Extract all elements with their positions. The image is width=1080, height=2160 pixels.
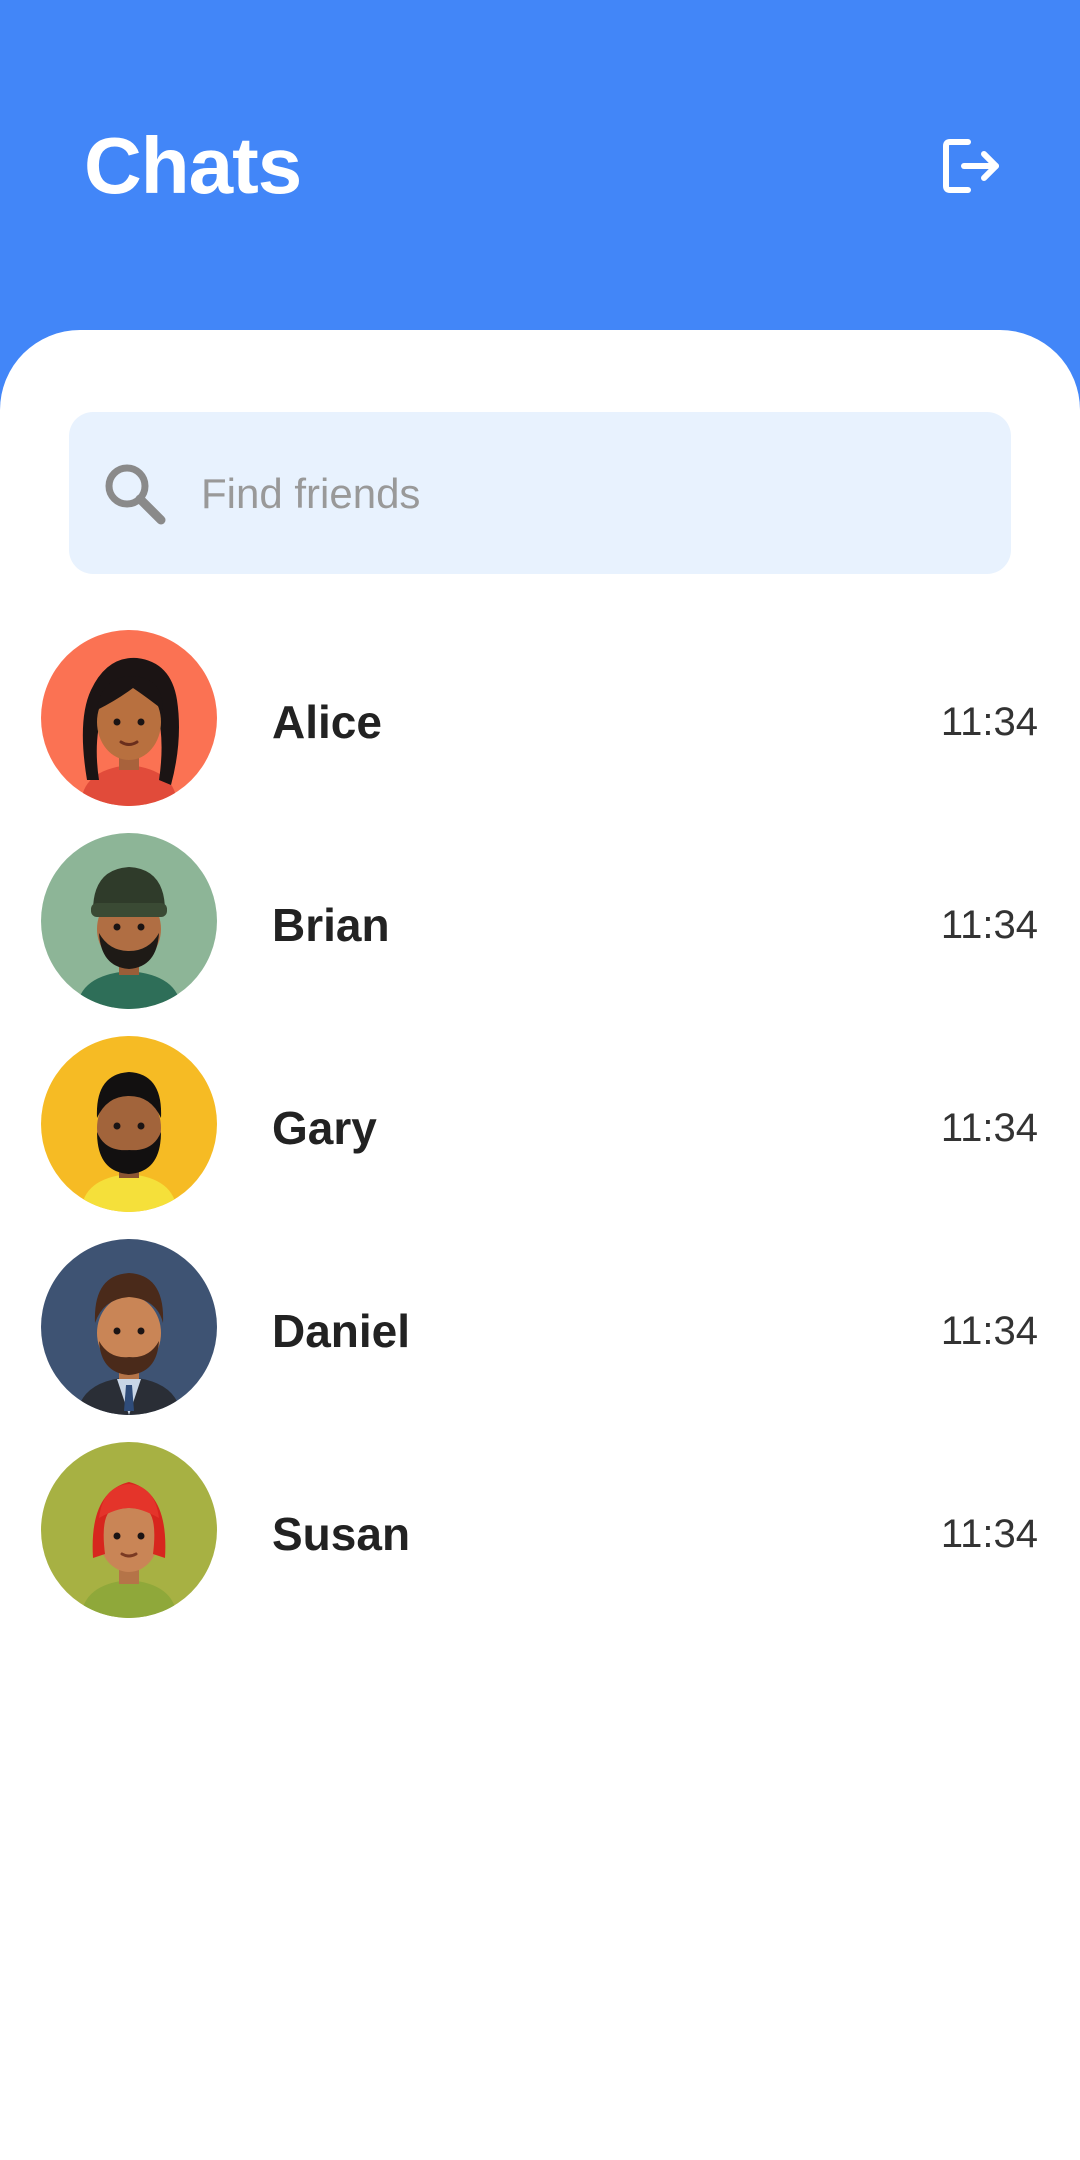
chat-name: Susan <box>272 1508 411 1560</box>
avatar-brian-icon <box>41 833 217 1009</box>
page-title: Chats <box>84 121 302 210</box>
avatar-daniel-icon <box>41 1239 217 1415</box>
search-bar[interactable] <box>69 412 1011 576</box>
avatar-gary-icon <box>41 1036 217 1212</box>
chat-name: Daniel <box>272 1305 411 1357</box>
search-icon <box>105 464 166 525</box>
avatar-alice-icon <box>41 630 217 806</box>
chat-name: Brian <box>272 899 390 951</box>
chat-time: 11:34 <box>940 1106 1038 1150</box>
chat-item-alice[interactable]: Alice 11:34 <box>0 630 1080 833</box>
chat-name: Gary <box>272 1102 377 1154</box>
chat-time: 11:34 <box>940 700 1038 744</box>
chat-panel: Alice 11:34 <box>0 330 1080 2160</box>
chat-item-brian[interactable]: Brian 11:34 <box>0 833 1080 1036</box>
logout-button[interactable] <box>930 126 1010 206</box>
chat-item-susan[interactable]: Susan 11:34 <box>0 1442 1080 1645</box>
avatar-gary[interactable] <box>41 1036 217 1212</box>
avatar-daniel[interactable] <box>41 1239 217 1415</box>
chat-time: 11:34 <box>940 1309 1038 1353</box>
avatar-susan[interactable] <box>41 1442 217 1618</box>
chat-time: 11:34 <box>940 1512 1038 1556</box>
chat-time: 11:34 <box>940 903 1038 947</box>
chats-screen: Chats Find friends Alice 11:34 Brian 11:… <box>0 0 1080 2160</box>
chat-item-gary[interactable]: Gary 11:34 <box>0 1036 1080 1239</box>
chat-item-daniel[interactable]: Daniel 11:34 <box>0 1239 1080 1442</box>
header: Chats <box>0 0 1080 330</box>
avatar-brian[interactable] <box>41 833 217 1009</box>
logout-icon <box>943 139 999 193</box>
chat-list: Alice 11:34 Brian 11:34 Gary 11:34 Danie… <box>0 630 1080 1645</box>
search-input[interactable] <box>199 412 983 576</box>
avatar-susan-icon <box>41 1442 217 1618</box>
avatar-alice[interactable] <box>41 630 217 806</box>
chat-name: Alice <box>272 696 382 748</box>
